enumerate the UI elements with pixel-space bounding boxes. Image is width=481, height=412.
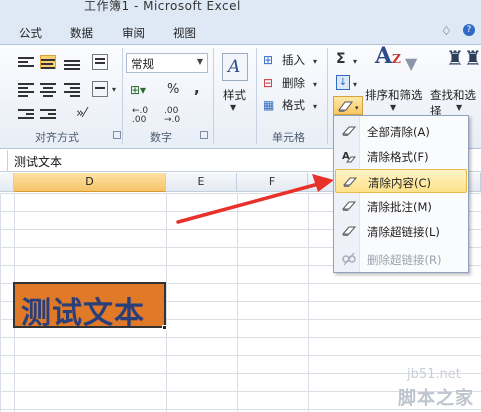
menu-item-clear-comments[interactable]: 清除批注(M) [335, 194, 467, 218]
menu-item-label: 清除批注(M) [367, 200, 432, 214]
menu-item-clear-all[interactable]: 全部清除(A) [335, 119, 467, 143]
clear-dropdown-menu: 全部清除(A) A 清除格式(F) 清除内容(C) 清除批注(M) 清除超链接(… [333, 115, 469, 273]
clear-comment-icon [341, 201, 357, 211]
menu-item-label: 清除超链接(L) [367, 225, 440, 239]
menu-item-clear-formats[interactable]: A 清除格式(F) [335, 144, 467, 168]
remove-hyperlink-icon [342, 252, 356, 266]
menu-item-label: 全部清除(A) [367, 125, 430, 139]
menu-item-label: 删除超链接(R) [367, 253, 442, 267]
clear-content-icon [342, 177, 358, 187]
menu-item-clear-hyperlinks[interactable]: 清除超链接(L) [335, 219, 467, 243]
menu-item-label: 清除内容(C) [368, 176, 432, 190]
watermark-url: jb51.net [407, 367, 461, 382]
menu-item-label: 清除格式(F) [367, 150, 429, 164]
menu-item-remove-hyperlinks[interactable]: 删除超链接(R) [335, 247, 467, 271]
menu-item-clear-contents[interactable]: 清除内容(C) [335, 169, 467, 193]
watermark-site-name: 脚本之家 [398, 388, 474, 409]
eraser-icon [341, 126, 357, 136]
clear-hyperlink-icon [341, 226, 357, 236]
clear-format-icon: A [342, 151, 357, 163]
